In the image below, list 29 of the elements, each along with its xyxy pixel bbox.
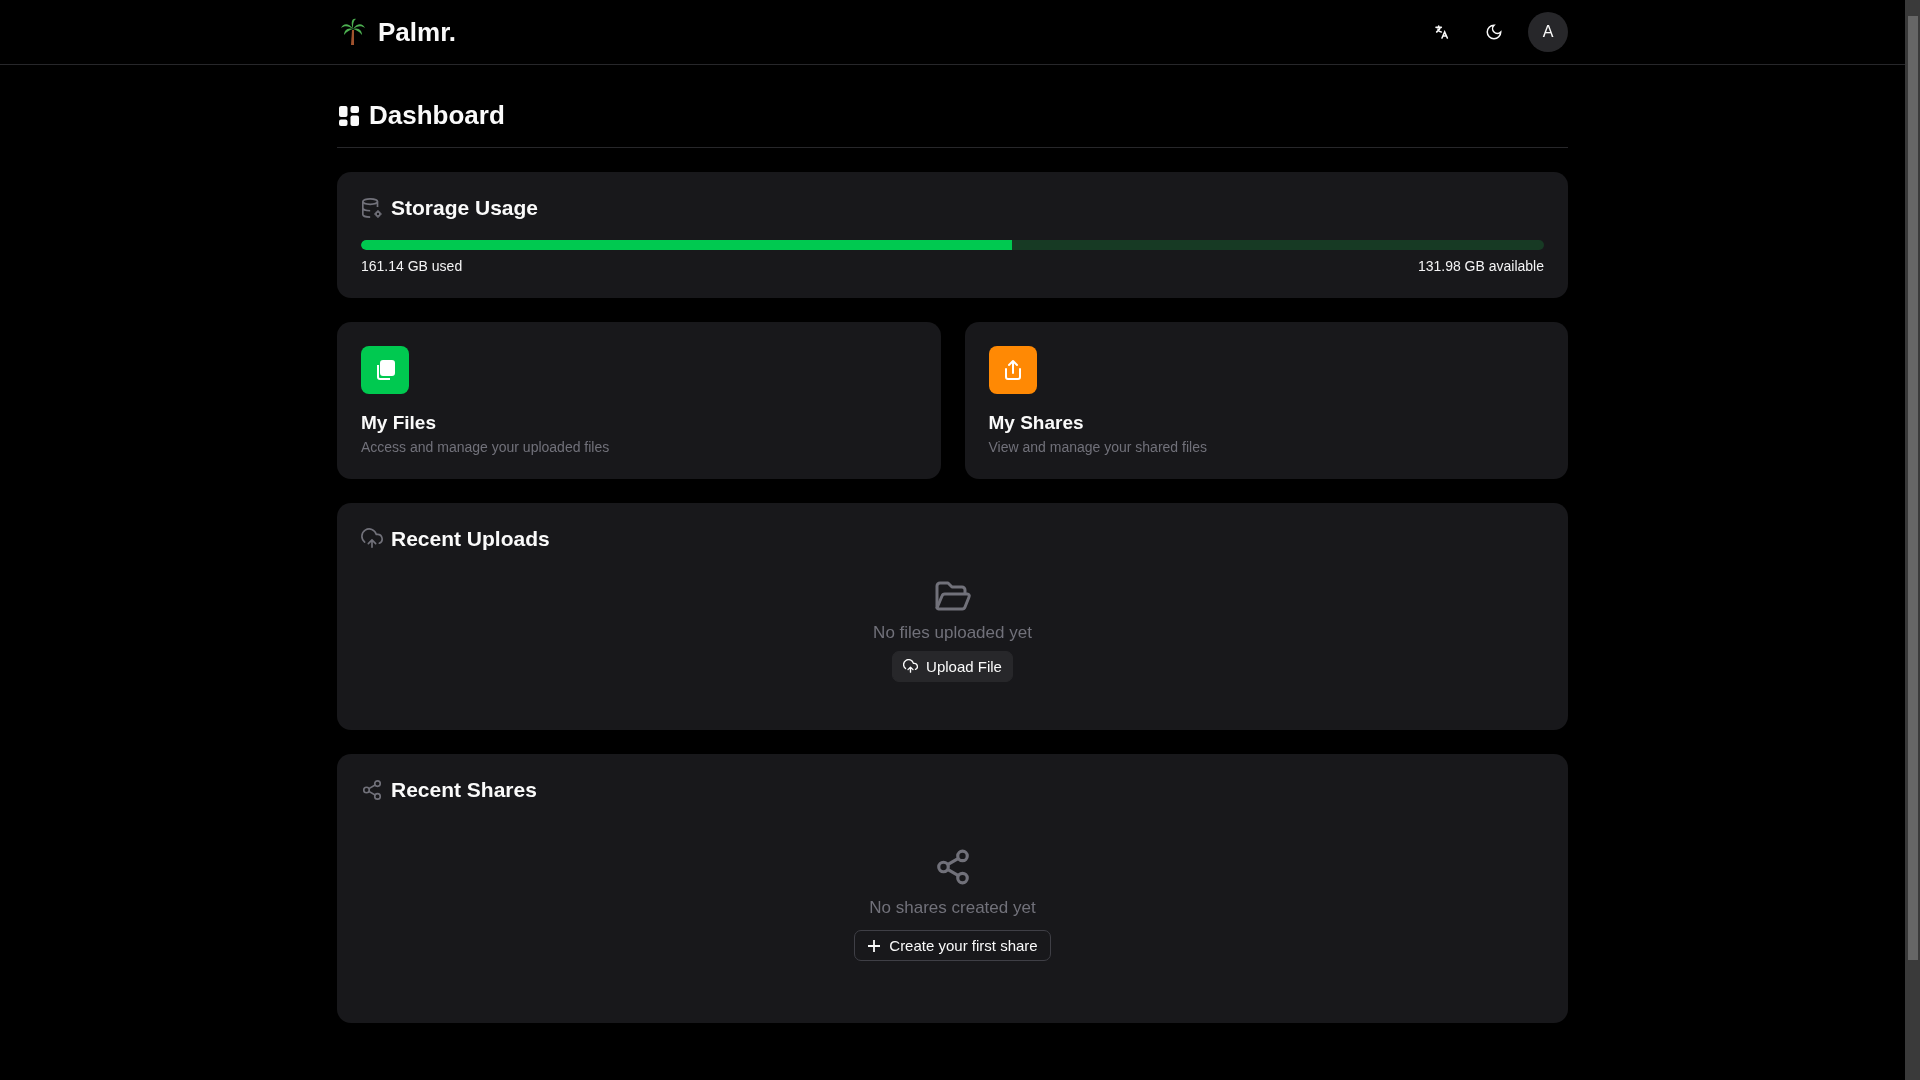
create-share-button[interactable]: Create your first share bbox=[854, 930, 1051, 961]
folder-icon bbox=[933, 581, 972, 613]
quick-link-card[interactable]: My Files Access and manage your uploaded files bbox=[337, 322, 941, 479]
database-gear-icon bbox=[361, 197, 383, 219]
brand-name[interactable]: Palmr. bbox=[378, 16, 457, 48]
cloud-upload-icon bbox=[361, 528, 383, 550]
used-label: 161.14 GB used bbox=[361, 258, 463, 274]
available-label: 131.98 GB available bbox=[1417, 258, 1544, 274]
card-title: Storage Usage bbox=[391, 196, 539, 220]
user-avatar[interactable]: A bbox=[1528, 12, 1568, 52]
quick-link-card[interactable]: My Shares View and manage your shared files bbox=[964, 322, 1568, 479]
upload-file-button[interactable]: Upload File bbox=[892, 651, 1013, 682]
card-title: Recent Uploads bbox=[391, 527, 550, 551]
cloud-upload-icon bbox=[903, 659, 919, 674]
card-description: View and manage your shared files bbox=[988, 439, 1208, 455]
share-icon bbox=[361, 779, 383, 801]
moon-icon[interactable] bbox=[1485, 23, 1503, 41]
empty-state-message: No shares created yet bbox=[869, 898, 1036, 918]
card-description: Access and manage your uploaded files bbox=[361, 439, 611, 455]
card-title: Recent Shares bbox=[391, 778, 537, 802]
card-title: My Shares bbox=[988, 412, 1085, 434]
scrollbar[interactable] bbox=[1905, 0, 1920, 1080]
dashboard-icon bbox=[339, 105, 359, 126]
palm-tree-icon bbox=[340, 18, 366, 46]
plus-icon bbox=[867, 938, 882, 953]
page-title: Dashboard bbox=[369, 100, 505, 131]
card-title: My Files bbox=[361, 412, 437, 434]
translate-icon[interactable] bbox=[1434, 24, 1450, 40]
empty-state-message: No files uploaded yet bbox=[873, 623, 1032, 643]
